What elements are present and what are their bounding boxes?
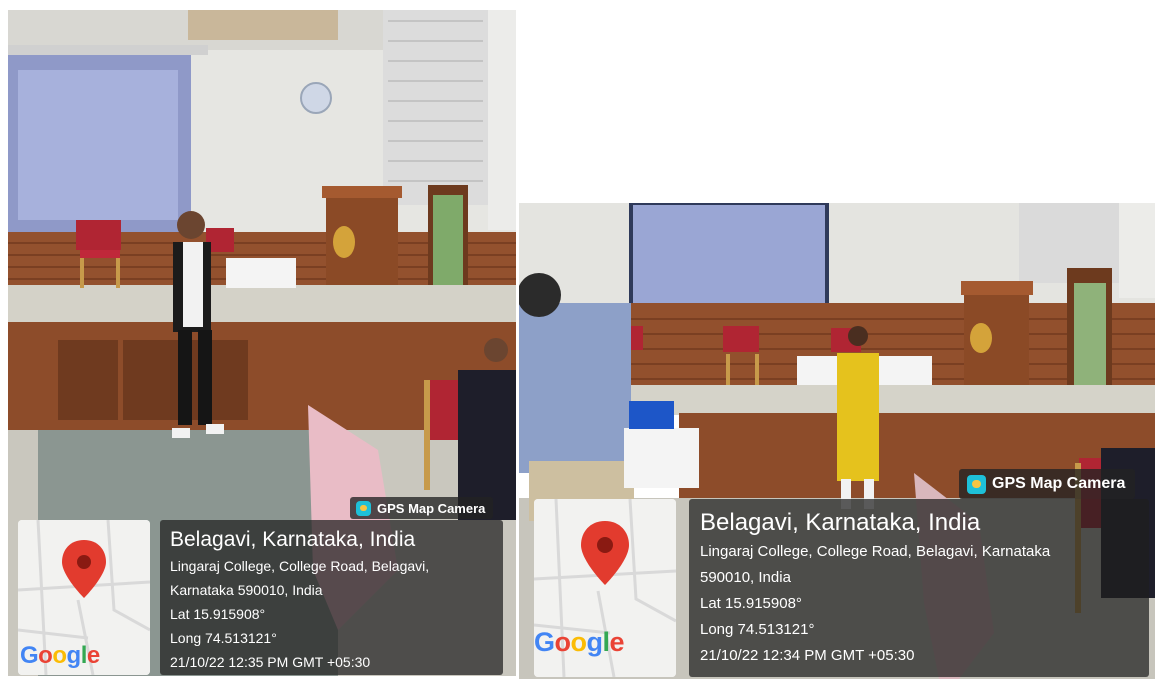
timestamp: 21/10/22 12:35 PM GMT +05:30 [170,654,371,670]
location-info-box: Belagavi, Karnataka, India Lingaraj Coll… [689,499,1149,677]
address-line-1: Lingaraj College, College Road, Belagavi… [170,558,430,574]
address-line-1: Lingaraj College, College Road, Belagavi… [700,543,1051,560]
gps-camera-icon [967,474,986,494]
latitude: Lat 15.915908° [170,606,266,622]
latitude: Lat 15.915908° [700,595,802,612]
gps-camera-icon [356,500,371,516]
photo-right: GPS Map Camera Google Belagavi, Karnatak… [519,203,1155,679]
google-logo: Google [534,627,625,657]
gps-camera-badge: GPS Map Camera [959,469,1136,499]
longitude: Long 74.513121° [170,630,277,646]
timestamp: 21/10/22 12:34 PM GMT +05:30 [700,647,915,664]
location-title: Belagavi, Karnataka, India [170,528,416,551]
google-logo: Google [20,642,100,669]
address-line-2: Karnataka 590010, India [170,582,323,598]
address-line-2: 590010, India [700,569,791,586]
gps-camera-badge-label: GPS Map Camera [377,500,486,516]
location-info-box: Belagavi, Karnataka, India Lingaraj Coll… [160,520,503,675]
map-thumbnail: Google [18,520,150,675]
gps-camera-badge: GPS Map Camera [350,497,494,519]
longitude: Long 74.513121° [700,621,815,638]
gps-camera-badge-label: GPS Map Camera [992,475,1126,492]
map-thumbnail: Google [534,499,676,677]
location-title: Belagavi, Karnataka, India [700,509,981,536]
photo-left: GPS Map Camera Google Belagavi, Karnatak… [8,10,516,676]
